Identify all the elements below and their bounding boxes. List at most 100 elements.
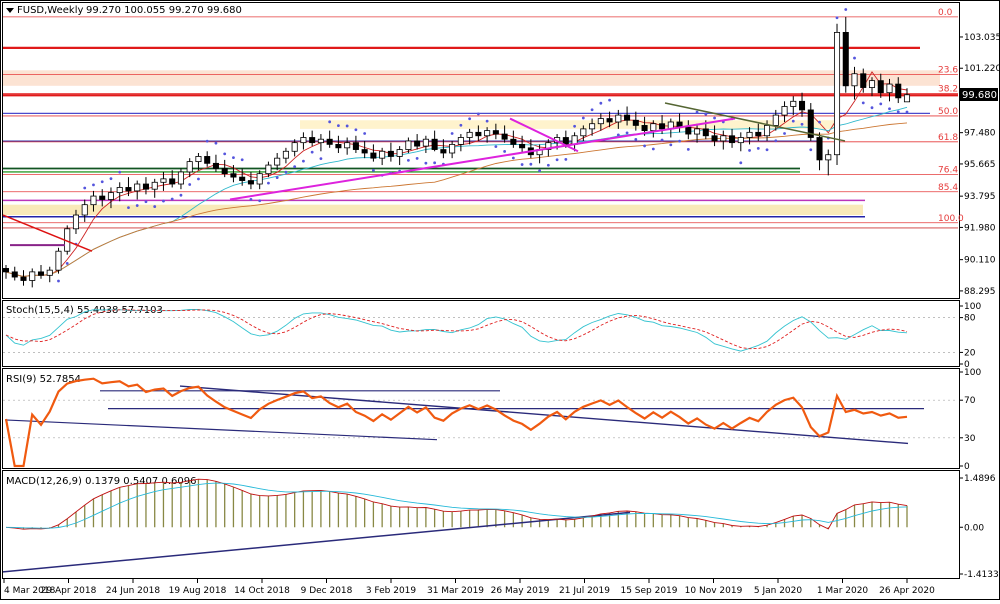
parabolic-sar-dot — [503, 150, 506, 153]
candle-body — [563, 137, 568, 144]
candle-body — [240, 177, 245, 180]
price-tick-label: 93.795 — [964, 192, 996, 202]
price-tick-label: 91.980 — [964, 223, 996, 233]
price-tick-label: 103.035 — [964, 33, 1000, 43]
candle-body — [205, 156, 210, 163]
parabolic-sar-dot — [83, 187, 86, 190]
time-tick-label: 5 Jan 2020 — [754, 586, 802, 596]
macd-title: MACD(12,26,9) 0.1379 0.5407 0.6096 — [6, 476, 196, 487]
parabolic-sar-dot — [433, 161, 436, 164]
candle-body — [406, 141, 411, 150]
candle-body — [738, 137, 743, 142]
resistance-zone — [3, 70, 940, 86]
parabolic-sar-dot — [101, 180, 104, 183]
candle-body — [624, 115, 629, 120]
candle-body — [852, 74, 857, 86]
candle-body — [283, 151, 288, 158]
parabolic-sar-dot — [136, 204, 139, 207]
candle-body — [100, 196, 105, 199]
parabolic-sar-dot — [792, 120, 795, 123]
candle-body — [878, 81, 883, 93]
parabolic-sar-dot — [573, 125, 576, 128]
parabolic-sar-dot — [556, 158, 559, 161]
candle-body — [756, 132, 761, 135]
parabolic-sar-dot — [197, 178, 200, 181]
time-tick-label: 26 May 2019 — [491, 586, 550, 596]
parabolic-sar-dot — [276, 176, 279, 179]
candle-body — [3, 268, 8, 271]
fib-label: 50.0 — [938, 107, 958, 117]
candle-body — [47, 270, 52, 275]
candle-body — [117, 187, 122, 192]
price-tick-label: 101.220 — [964, 64, 1000, 74]
parabolic-sar-dot — [713, 117, 716, 120]
candle-body — [581, 129, 586, 136]
time-tick-label: 14 Oct 2018 — [234, 586, 290, 596]
candle-body — [327, 139, 332, 144]
chart-header: FUSD,Weekly 99.270 100.055 99.270 99.680 — [6, 5, 242, 16]
candle-body — [170, 179, 175, 184]
parabolic-sar-dot — [696, 111, 699, 114]
parabolic-sar-dot — [652, 148, 655, 151]
time-tick-label: 15 Sep 2019 — [620, 586, 677, 596]
time-tick-label: 19 Aug 2018 — [169, 586, 227, 596]
parabolic-sar-dot — [477, 112, 480, 115]
candle-body — [108, 193, 113, 200]
candle-body — [519, 144, 524, 147]
candle-body — [598, 119, 603, 124]
parabolic-sar-dot — [818, 121, 821, 124]
candle-body — [415, 141, 420, 146]
fib-label: 38.2 — [938, 85, 958, 95]
candle-body — [38, 272, 43, 275]
parabolic-sar-dot — [293, 165, 296, 168]
time-tick-label: 3 Feb 2019 — [366, 586, 417, 596]
candle-body — [441, 150, 446, 153]
fib-label: 100.0 — [938, 214, 964, 224]
parabolic-sar-dot — [906, 111, 909, 114]
candle-body — [336, 144, 341, 147]
candle-body — [73, 215, 78, 229]
mid-zone — [300, 120, 840, 129]
parabolic-sar-dot — [521, 163, 524, 166]
stochastic-tick-label: 100 — [964, 302, 981, 312]
candle-body — [450, 144, 455, 153]
parabolic-sar-dot — [162, 200, 165, 203]
candle-body — [21, 277, 26, 280]
candle-body — [642, 125, 647, 130]
parabolic-sar-dot — [582, 117, 585, 120]
rsi-tick-label: 30 — [964, 434, 976, 444]
parabolic-sar-dot — [232, 156, 235, 159]
parabolic-sar-dot — [617, 134, 620, 137]
candle-body — [196, 156, 201, 161]
candle-body — [607, 119, 612, 122]
parabolic-sar-dot — [783, 132, 786, 135]
parabolic-sar-dot — [459, 124, 462, 127]
parabolic-sar-dot — [407, 159, 410, 162]
parabolic-sar-dot — [171, 198, 174, 201]
parabolic-sar-dot — [836, 16, 839, 19]
parabolic-sar-dot — [372, 169, 375, 172]
candle-body — [616, 115, 621, 122]
parabolic-sar-dot — [302, 160, 305, 163]
fib-label: 23.6 — [938, 66, 958, 76]
candle-body — [388, 151, 393, 156]
candle-body — [773, 115, 778, 125]
parabolic-sar-dot — [320, 157, 323, 160]
parabolic-sar-dot — [591, 108, 594, 111]
candle-body — [56, 251, 61, 270]
parabolic-sar-dot — [451, 132, 454, 135]
parabolic-sar-dot — [180, 194, 183, 197]
candle-body — [143, 184, 148, 189]
parabolic-sar-dot — [687, 148, 690, 151]
rsi-tick-label: 0 — [964, 462, 970, 472]
macd-tick-label: -1.4133 — [964, 570, 999, 580]
stochastic-tick-label: 80 — [964, 314, 976, 324]
chart-window: 0.023.638.250.061.876.485.4100.0 103.035… — [0, 0, 1000, 600]
candle-body — [222, 169, 227, 174]
time-tick-label: 1 Mar 2020 — [817, 586, 869, 596]
parabolic-sar-dot — [285, 171, 288, 174]
time-tick-label: 31 Mar 2019 — [427, 586, 484, 596]
parabolic-sar-dot — [757, 147, 760, 150]
candle-body — [467, 132, 472, 137]
parabolic-sar-dot — [678, 140, 681, 143]
